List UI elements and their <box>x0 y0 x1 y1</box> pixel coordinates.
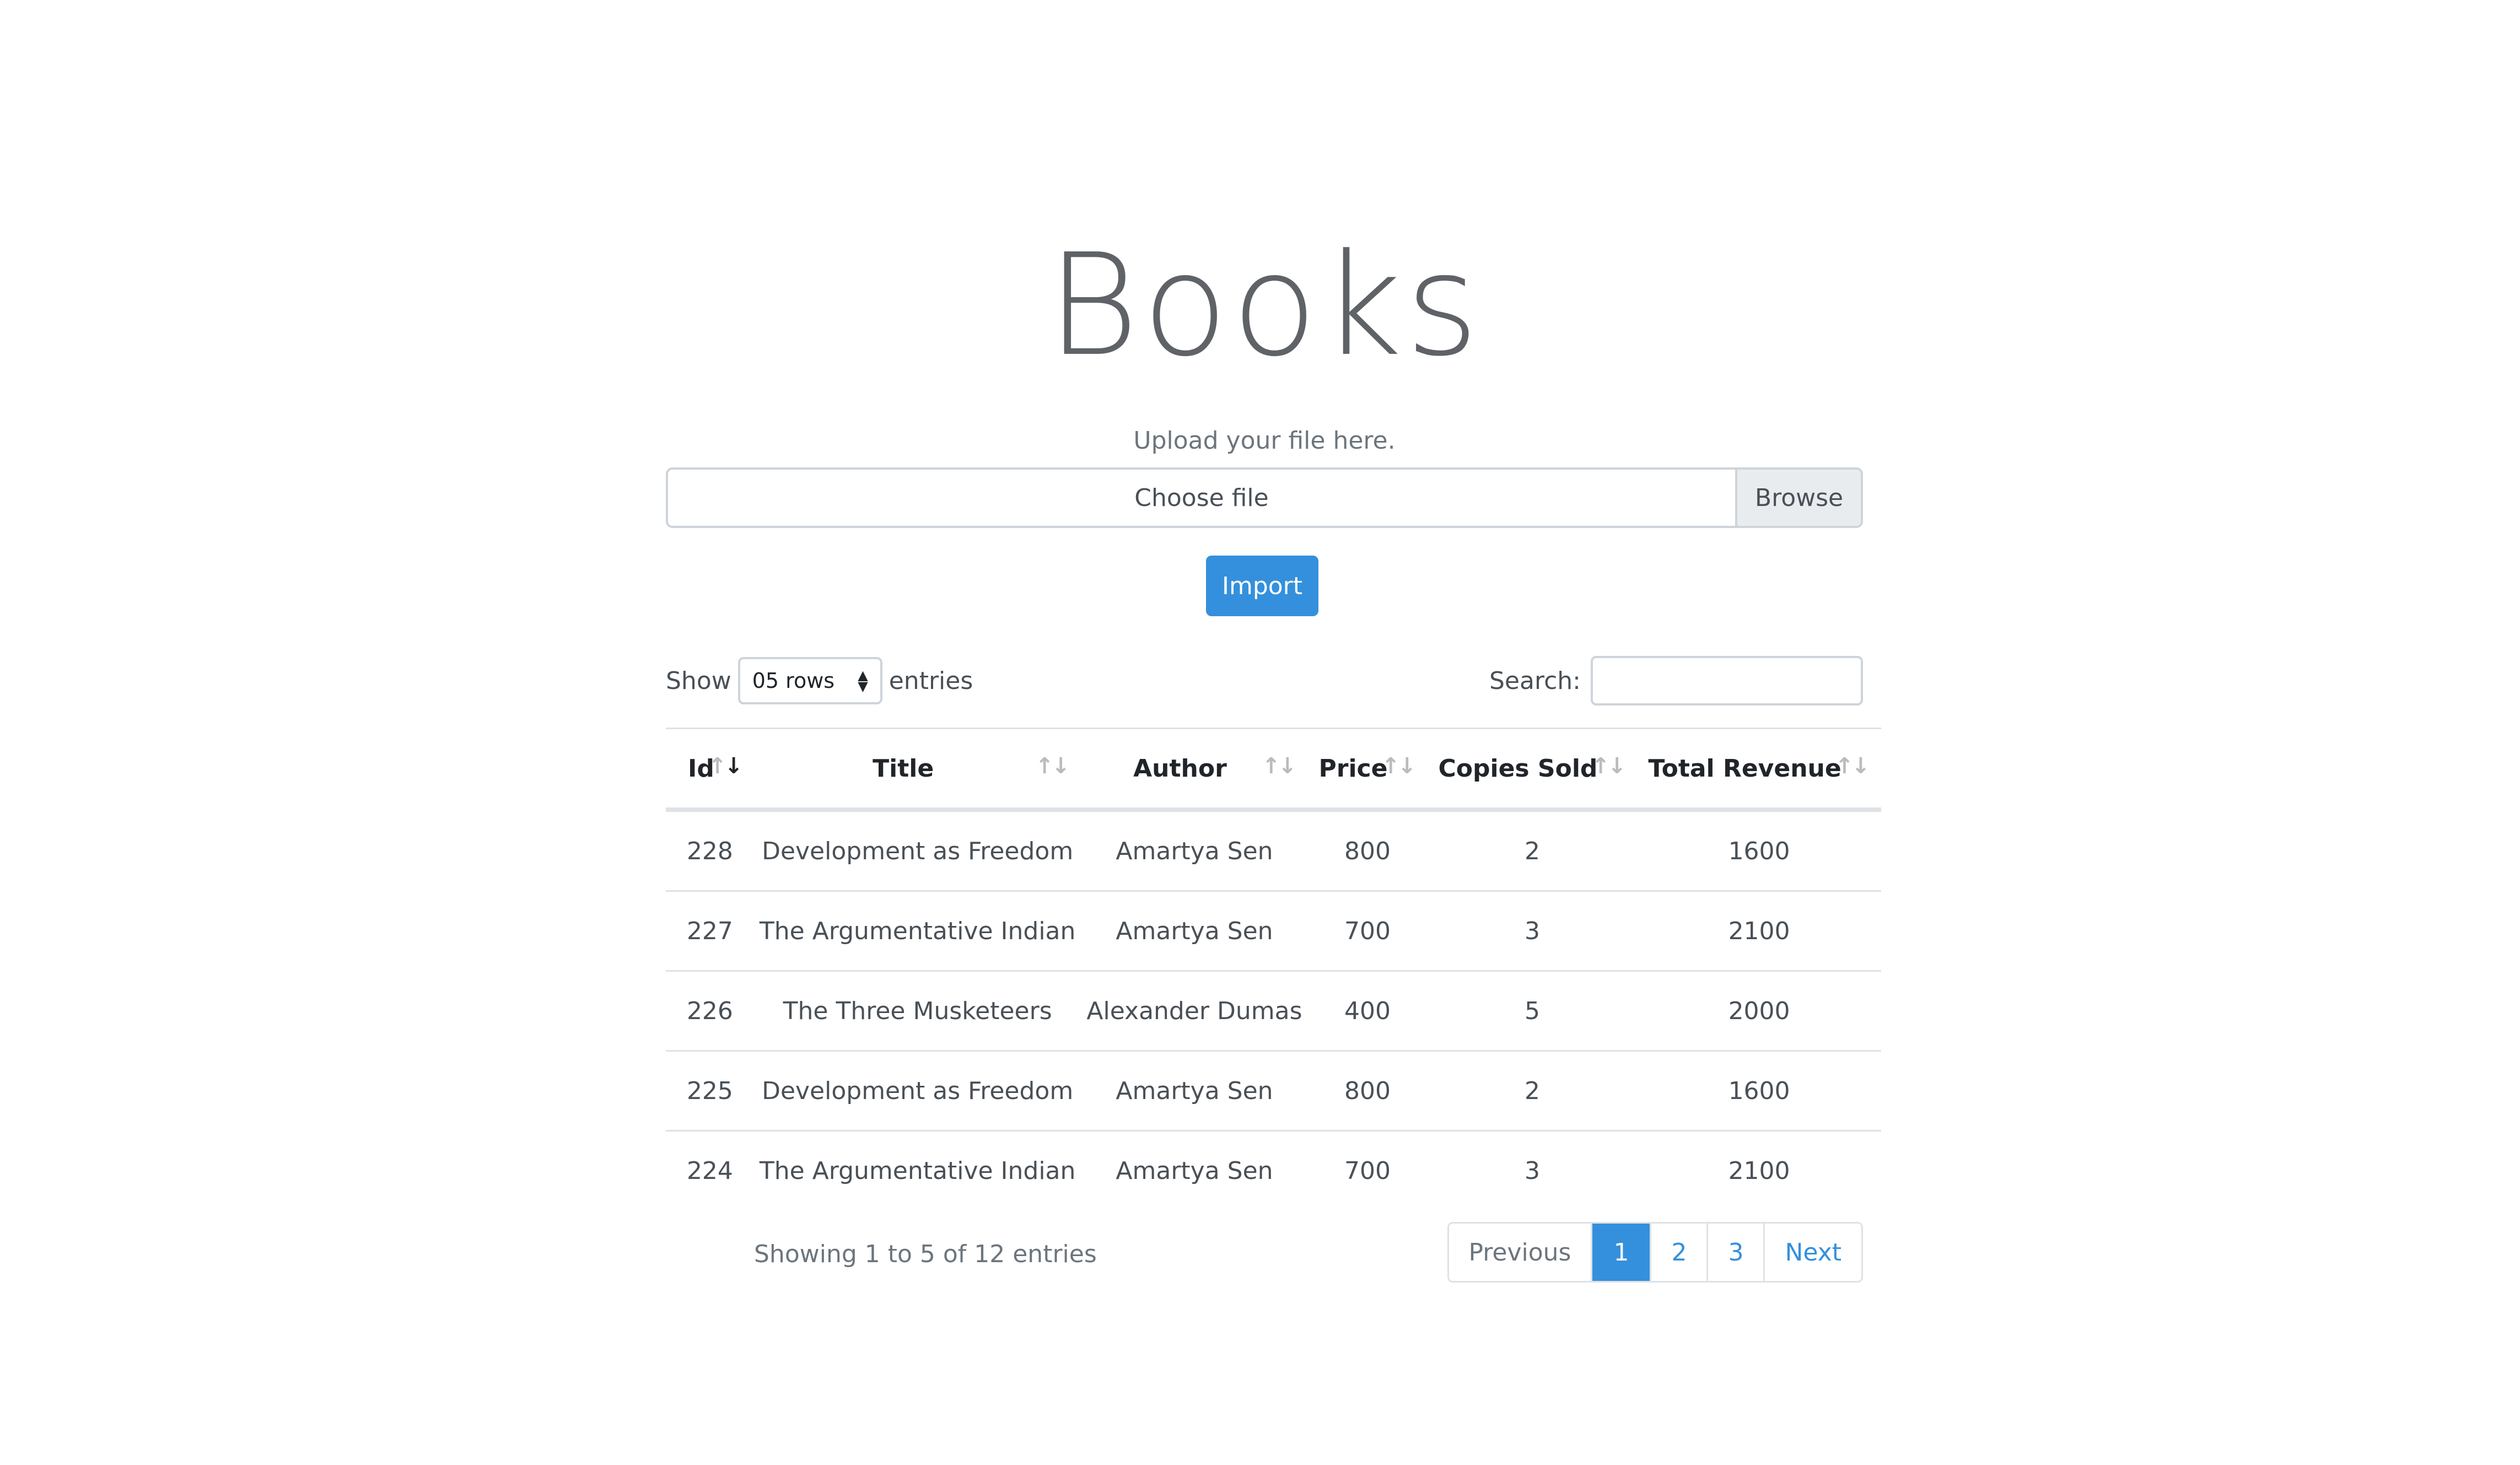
cell-price: 800 <box>1307 810 1428 892</box>
column-header-author[interactable]: Author ↑↓ <box>1081 728 1308 812</box>
upload-hint: Upload your file here. <box>1133 427 1396 455</box>
cell-id: 226 <box>666 971 754 1052</box>
column-header-label: Price <box>1318 754 1388 783</box>
table-row: 224 The Argumentative Indian Amartya Sen… <box>666 1131 1881 1210</box>
cell-title: The Argumentative Indian <box>759 1156 1076 1185</box>
cell-author: Amartya Sen <box>1081 891 1308 972</box>
cell-title: The Three Musketeers <box>753 971 1081 1052</box>
books-table: Id ↑↓ Title ↑↓ Author ↑↓ Price ↑↓ Copies… <box>666 728 1881 1210</box>
choose-file-label[interactable]: Choose file <box>668 470 1735 526</box>
table-row: 228 Development as Freedom Amartya Sen 8… <box>666 810 1881 892</box>
cell-price: 800 <box>1307 1051 1428 1132</box>
cell-price: 700 <box>1307 891 1428 972</box>
cell-copies-sold: 2 <box>1427 810 1638 892</box>
cell-copies-sold: 3 <box>1427 891 1638 972</box>
cell-total-revenue: 2100 <box>1728 1156 1790 1185</box>
search-input[interactable] <box>1591 656 1863 705</box>
cell-total-revenue: 1600 <box>1637 1051 1881 1132</box>
cell-author: Amartya Sen <box>1081 1051 1308 1132</box>
file-input-group[interactable]: Choose file Browse <box>666 467 1863 528</box>
cell-author: Amartya Sen <box>1116 1156 1273 1185</box>
column-header-label: Title <box>873 754 934 783</box>
column-header-copies-sold[interactable]: Copies Sold ↑↓ <box>1427 728 1638 812</box>
previous-page-button[interactable]: Previous <box>1449 1224 1591 1281</box>
column-header-title[interactable]: Title ↑↓ <box>753 728 1081 812</box>
cell-author: Alexander Dumas <box>1081 971 1308 1052</box>
cell-copies-sold: 5 <box>1427 971 1638 1052</box>
cell-copies-sold: 3 <box>1524 1156 1540 1185</box>
cell-copies-sold: 2 <box>1427 1051 1638 1132</box>
sort-arrows-icon: ↑↓ <box>1262 753 1296 779</box>
search-label: Search: <box>1489 666 1581 695</box>
sort-arrows-icon: ↑↓ <box>1835 753 1870 779</box>
cell-price: 400 <box>1307 971 1428 1052</box>
column-header-total-revenue[interactable]: Total Revenue ↑↓ <box>1637 728 1881 812</box>
page-button-2[interactable]: 2 <box>1650 1224 1707 1281</box>
cell-id: 225 <box>666 1051 754 1132</box>
rows-length-control: Show 05 rows ▲ ▼ entries <box>666 656 973 705</box>
table-row: 226 The Three Musketeers Alexander Dumas… <box>666 971 1881 1052</box>
cell-total-revenue: 2000 <box>1637 971 1881 1052</box>
next-page-button[interactable]: Next <box>1763 1224 1861 1281</box>
column-header-label: Copies Sold <box>1438 754 1598 783</box>
pagination: Previous 1 2 3 Next <box>1447 1222 1863 1283</box>
page-button-1[interactable]: 1 <box>1591 1224 1650 1281</box>
sort-arrows-icon: ↑↓ <box>708 753 743 779</box>
table-row: 227 The Argumentative Indian Amartya Sen… <box>666 891 1881 972</box>
cell-title: Development as Freedom <box>753 1051 1081 1132</box>
search-control: Search: <box>1489 656 1863 705</box>
main-container: Books Upload your file here. Choose file… <box>666 0 1881 1465</box>
sort-arrows-icon: ↑↓ <box>1035 753 1070 779</box>
cell-total-revenue: 1600 <box>1637 810 1881 892</box>
page-title: Books <box>1047 224 1482 387</box>
sort-arrows-icon: ↑↓ <box>1381 753 1416 779</box>
import-button[interactable]: Import <box>1206 556 1318 616</box>
cell-id: 227 <box>666 891 754 972</box>
rows-select-value: 05 rows <box>752 669 835 693</box>
page-button-3[interactable]: 3 <box>1706 1224 1764 1281</box>
column-header-label: Author <box>1133 754 1227 783</box>
browse-button[interactable]: Browse <box>1735 470 1861 526</box>
column-header-id[interactable]: Id ↑↓ <box>666 728 754 812</box>
sort-arrows-icon: ↑↓ <box>1591 753 1626 779</box>
select-arrows-icon: ▲ ▼ <box>858 667 868 694</box>
cell-id: 224 <box>686 1156 733 1185</box>
column-header-label: Total Revenue <box>1648 754 1841 783</box>
cell-id: 228 <box>666 810 754 892</box>
cell-title: The Argumentative Indian <box>753 891 1081 972</box>
cell-price: 700 <box>1344 1156 1391 1185</box>
entries-label: entries <box>889 666 973 695</box>
cell-title: Development as Freedom <box>753 810 1081 892</box>
table-row: 225 Development as Freedom Amartya Sen 8… <box>666 1051 1881 1132</box>
rows-select[interactable]: 05 rows ▲ ▼ <box>737 657 882 704</box>
column-header-price[interactable]: Price ↑↓ <box>1307 728 1428 812</box>
table-header-row: Id ↑↓ Title ↑↓ Author ↑↓ Price ↑↓ Copies… <box>666 728 1881 812</box>
show-label: Show <box>666 666 731 695</box>
table-info: Showing 1 to 5 of 12 entries <box>754 1240 1097 1268</box>
cell-total-revenue: 2100 <box>1637 891 1881 972</box>
cell-author: Amartya Sen <box>1081 810 1308 892</box>
